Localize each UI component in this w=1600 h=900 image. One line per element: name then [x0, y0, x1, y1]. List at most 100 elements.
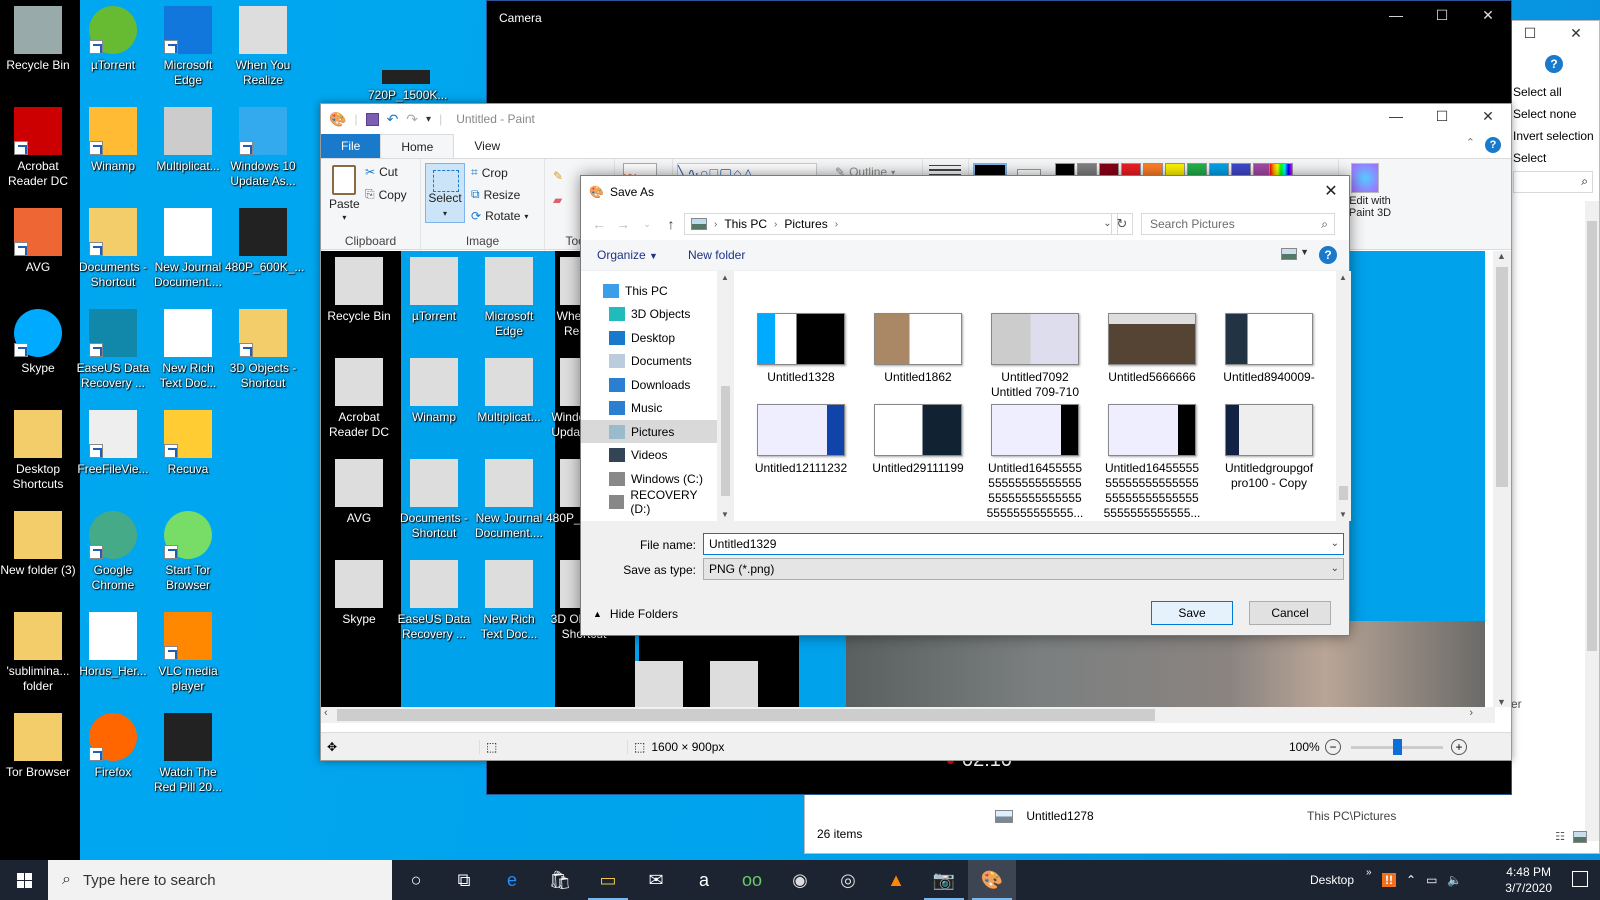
breadcrumb-pictures[interactable]: Pictures — [784, 217, 827, 231]
nav-item[interactable]: Pictures — [581, 420, 717, 443]
select-button[interactable]: Select ▾ — [425, 163, 465, 223]
taskbar-app[interactable]: 📷 — [920, 860, 968, 900]
nav-item[interactable]: Music — [581, 397, 717, 420]
taskbar-app[interactable]: ▭ — [584, 860, 632, 900]
resize-button[interactable]: ⧉ Resize — [471, 187, 520, 202]
file-tile[interactable]: Untitled12111232 — [746, 404, 856, 476]
close-button[interactable]: ✕ — [1465, 108, 1511, 125]
alert-app-icon[interactable]: !! — [1382, 873, 1396, 887]
nav-item[interactable]: Videos — [581, 444, 717, 467]
power-icon[interactable]: ▭ — [1426, 873, 1437, 887]
nav-item[interactable]: 3D Objects — [581, 303, 717, 326]
explorer-search-box[interactable]: ⌕ — [1513, 171, 1593, 193]
file-tile[interactable]: Untitled7092 Untitled 709-710 — [980, 313, 1090, 400]
save-button[interactable]: Save — [1151, 601, 1233, 625]
scroll-thumb[interactable] — [1339, 486, 1348, 500]
zoom-slider-knob[interactable] — [1392, 739, 1402, 755]
save-icon[interactable] — [365, 112, 379, 126]
desktop-icon[interactable]: AVG — [0, 202, 76, 275]
select-none-command[interactable]: Select none — [1513, 103, 1594, 125]
nav-item[interactable]: This PC — [581, 279, 717, 302]
scroll-thumb[interactable] — [721, 386, 730, 496]
taskbar-app[interactable]: ✉ — [632, 860, 680, 900]
details-view-icon[interactable]: ☷ — [1555, 830, 1565, 843]
desktop-icon[interactable]: Firefox — [75, 707, 151, 780]
forward-button[interactable]: → — [611, 216, 635, 232]
tab-file[interactable]: File — [321, 134, 381, 158]
zoom-slider[interactable] — [1351, 739, 1443, 755]
desktop-icon[interactable]: Start Tor Browser — [150, 505, 226, 593]
view-options-dropdown[interactable]: ▼ — [1300, 247, 1309, 257]
vertical-scrollbar[interactable]: ▲ ▼ — [1493, 251, 1511, 707]
minimize-button[interactable]: — — [1373, 108, 1419, 125]
maximize-button[interactable]: ☐ — [1507, 25, 1553, 42]
rotate-button[interactable]: ⟳ Rotate ▾ — [471, 209, 528, 223]
search-input[interactable]: Search Pictures ⌕ — [1141, 213, 1335, 235]
help-icon[interactable]: ? — [1319, 246, 1337, 264]
desktop-icon[interactable]: New folder (3) — [0, 505, 76, 578]
clock[interactable]: 4:48 PM 3/7/2020 — [1505, 864, 1552, 896]
desktop-icon[interactable]: Recycle Bin — [0, 0, 76, 73]
maximize-button[interactable]: ☐ — [1419, 108, 1465, 125]
help-icon[interactable]: ? — [1485, 137, 1501, 153]
horizontal-scrollbar[interactable]: ‹ › — [321, 707, 1495, 723]
desktop-icon[interactable]: 720P_1500K... — [368, 30, 447, 103]
refresh-button[interactable]: ↻ — [1111, 213, 1133, 235]
up-button[interactable]: ↑ — [659, 216, 683, 232]
cancel-button[interactable]: Cancel — [1249, 601, 1331, 625]
nav-item[interactable]: Downloads — [581, 373, 717, 396]
nav-item[interactable]: RECOVERY (D:) — [581, 488, 717, 516]
change-view-icon[interactable] — [1281, 248, 1297, 260]
file-tile[interactable]: Untitled16455555 55555555555555 5555555555… — [980, 404, 1090, 521]
desktop-icon[interactable]: 480P_600K_... — [225, 202, 304, 275]
file-tile[interactable]: Untitled16455555 55555555555555 5555555555… — [1097, 404, 1207, 521]
desktop-icon[interactable]: When You Realize — [225, 0, 301, 88]
minimize-button[interactable]: — — [1373, 7, 1419, 24]
taskbar-app[interactable]: a — [680, 860, 728, 900]
desktop-icon[interactable]: Windows 10 Update As... — [225, 101, 301, 189]
desktop-icon[interactable]: 3D Objects - Shortcut — [225, 303, 301, 391]
taskbar-app[interactable]: 🎨 — [968, 860, 1016, 900]
crop-button[interactable]: ⌗ Crop — [471, 165, 508, 180]
desktop-icon[interactable]: New Journal Document.... — [150, 202, 226, 290]
new-folder-button[interactable]: New folder — [688, 248, 745, 262]
nav-item[interactable]: Documents — [581, 350, 717, 373]
copy-button[interactable]: ⎘ Copy — [365, 187, 407, 202]
file-name-input[interactable]: Untitled1329 ⌄ — [703, 533, 1344, 555]
organize-button[interactable]: Organize ▼ — [597, 248, 658, 262]
desktop-icon[interactable]: Multiplicat... — [150, 101, 226, 174]
maximize-button[interactable]: ☐ — [1419, 7, 1465, 24]
file-tile[interactable]: Untitled8940009- — [1214, 313, 1324, 385]
explorer-scrollbar[interactable] — [1585, 201, 1599, 841]
desktop-icon[interactable]: Tor Browser — [0, 707, 76, 780]
help-icon[interactable]: ? — [1545, 55, 1563, 73]
desktop-icon[interactable]: Watch The Red Pill 20... — [150, 707, 226, 795]
desktop-icon[interactable]: Winamp — [75, 101, 151, 174]
taskbar-app[interactable]: ▲ — [872, 860, 920, 900]
taskbar-app[interactable]: 🛍 — [536, 860, 584, 900]
paste-button[interactable]: Paste ▾ — [329, 165, 360, 222]
address-bar[interactable]: › This PC › Pictures › ⌄ — [684, 213, 1118, 235]
desktop-icon[interactable]: Recuva — [150, 404, 226, 477]
collapse-ribbon-icon[interactable]: ⌃ — [1466, 136, 1475, 149]
file-tile[interactable]: Untitled1328 — [746, 313, 856, 385]
desktop-toolbar[interactable]: Desktop» — [1310, 860, 1372, 900]
file-tile[interactable]: Untitled1862 — [863, 313, 973, 385]
close-button[interactable]: ✕ — [1553, 25, 1599, 42]
close-button[interactable]: ✕ — [1465, 7, 1511, 24]
desktop-icon[interactable]: Horus_Her... — [75, 606, 151, 679]
zoom-in-button[interactable]: + — [1451, 739, 1467, 755]
tab-view[interactable]: View — [454, 134, 520, 158]
desktop-icon[interactable]: Acrobat Reader DC — [0, 101, 76, 189]
desktop-icon[interactable]: µTorrent — [75, 0, 151, 73]
file-tile[interactable]: Untitled29111199 — [863, 404, 973, 476]
file-tile[interactable]: Untitledgroupgof pro100 - Copy — [1214, 404, 1324, 491]
undo-icon[interactable]: ↶ — [387, 111, 399, 128]
file-row[interactable]: Untitled1278 This PC\Pictures — [995, 809, 1396, 824]
file-tile[interactable]: Untitled5666666 — [1097, 313, 1207, 385]
action-center-icon[interactable] — [1572, 871, 1588, 887]
taskbar-app[interactable]: ⧉ — [440, 860, 488, 900]
recent-locations-button[interactable]: ⌄ — [635, 219, 659, 230]
select-all-command[interactable]: Select all — [1513, 81, 1594, 103]
back-button[interactable]: ← — [587, 216, 611, 232]
